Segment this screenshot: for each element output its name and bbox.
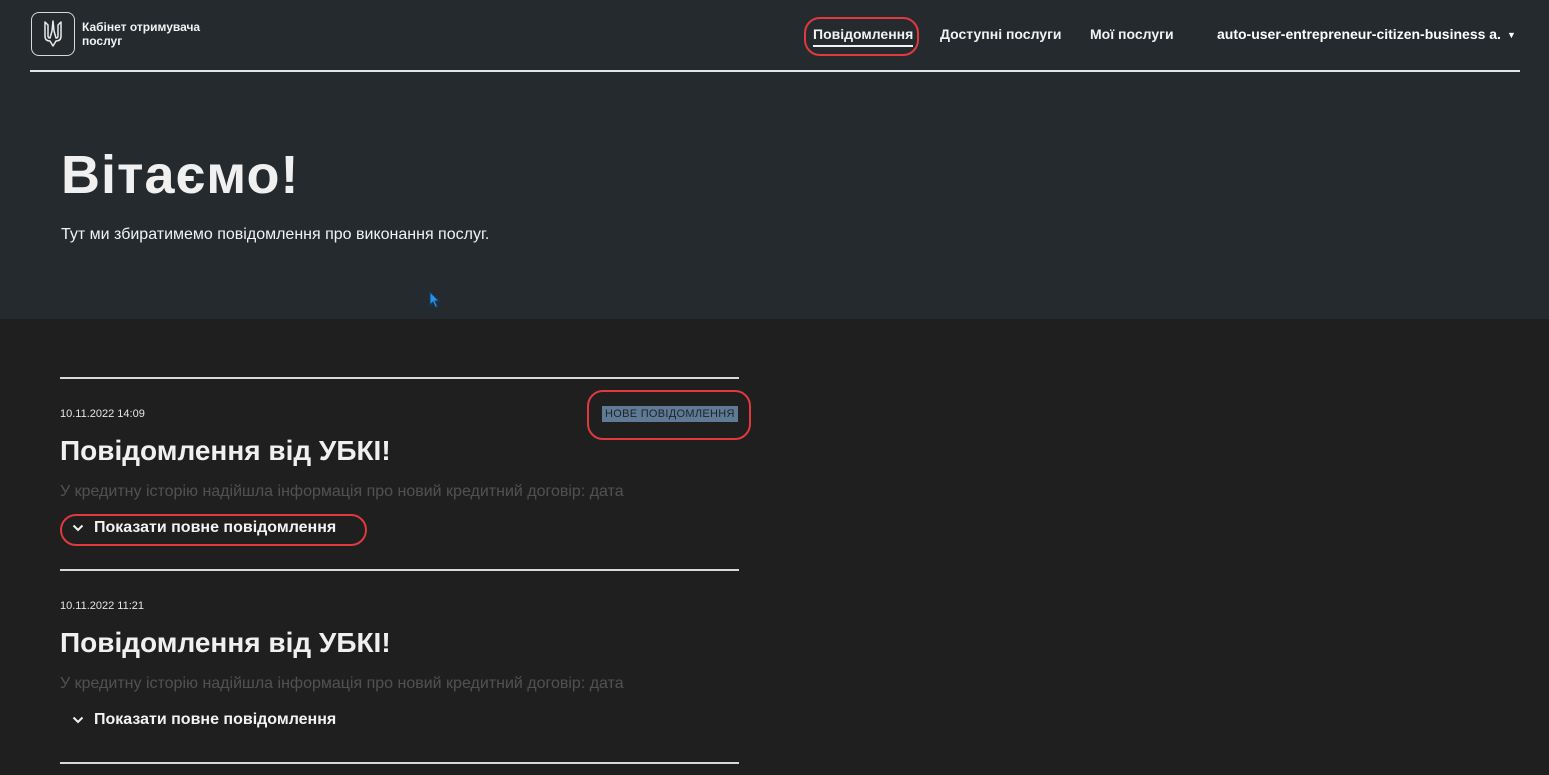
message-preview: У кредитну історію надійшла інформація п…	[60, 483, 624, 500]
show-full-message-label: Показати повне повідомлення	[94, 711, 337, 728]
message-date: 10.11.2022 11:21	[60, 600, 145, 612]
user-menu[interactable]: auto-user-entrepreneur-citizen-business …	[1217, 26, 1516, 42]
message-title: Повідомлення від УБКІ!	[60, 627, 391, 658]
message-divider	[60, 762, 739, 764]
mouse-cursor-icon	[429, 290, 441, 314]
caret-down-icon: ▼	[1506, 30, 1516, 41]
page-title: Вітаємо!	[61, 145, 300, 205]
nav-available-services[interactable]: Доступні послуги	[940, 26, 1062, 42]
hero-section: Кабінет отримувача послуг Повідомлення Д…	[0, 0, 1549, 319]
page-subtitle: Тут ми збиратимемо повідомлення про вико…	[61, 226, 490, 243]
top-header: Кабінет отримувача послуг Повідомлення Д…	[30, 8, 1520, 72]
message-date: 10.11.2022 14:09	[60, 408, 145, 420]
chevron-down-icon	[72, 519, 84, 537]
nav-notifications[interactable]: Повідомлення	[813, 26, 914, 47]
message-card: 10.11.2022 11:21 Повідомлення від УБКІ! …	[60, 569, 739, 763]
nav-my-services[interactable]: Мої послуги	[1090, 26, 1174, 42]
show-full-message-button[interactable]: Показати повне повідомлення	[72, 711, 336, 729]
message-preview: У кредитну історію надійшла інформація п…	[60, 675, 624, 692]
show-full-message-label: Показати повне повідомлення	[94, 519, 337, 536]
user-menu-label: auto-user-entrepreneur-citizen-business …	[1217, 26, 1501, 42]
message-title: Повідомлення від УБКІ!	[60, 435, 391, 466]
message-card: 10.11.2022 14:09 НОВЕ ПОВІДОМЛЕННЯ Повід…	[60, 377, 739, 571]
new-message-badge: НОВЕ ПОВІДОМЛЕННЯ	[602, 406, 738, 422]
chevron-down-icon	[72, 711, 84, 729]
logo-text[interactable]: Кабінет отримувача послуг	[82, 20, 222, 48]
trident-icon[interactable]	[31, 12, 75, 56]
show-full-message-button[interactable]: Показати повне повідомлення	[72, 519, 336, 537]
